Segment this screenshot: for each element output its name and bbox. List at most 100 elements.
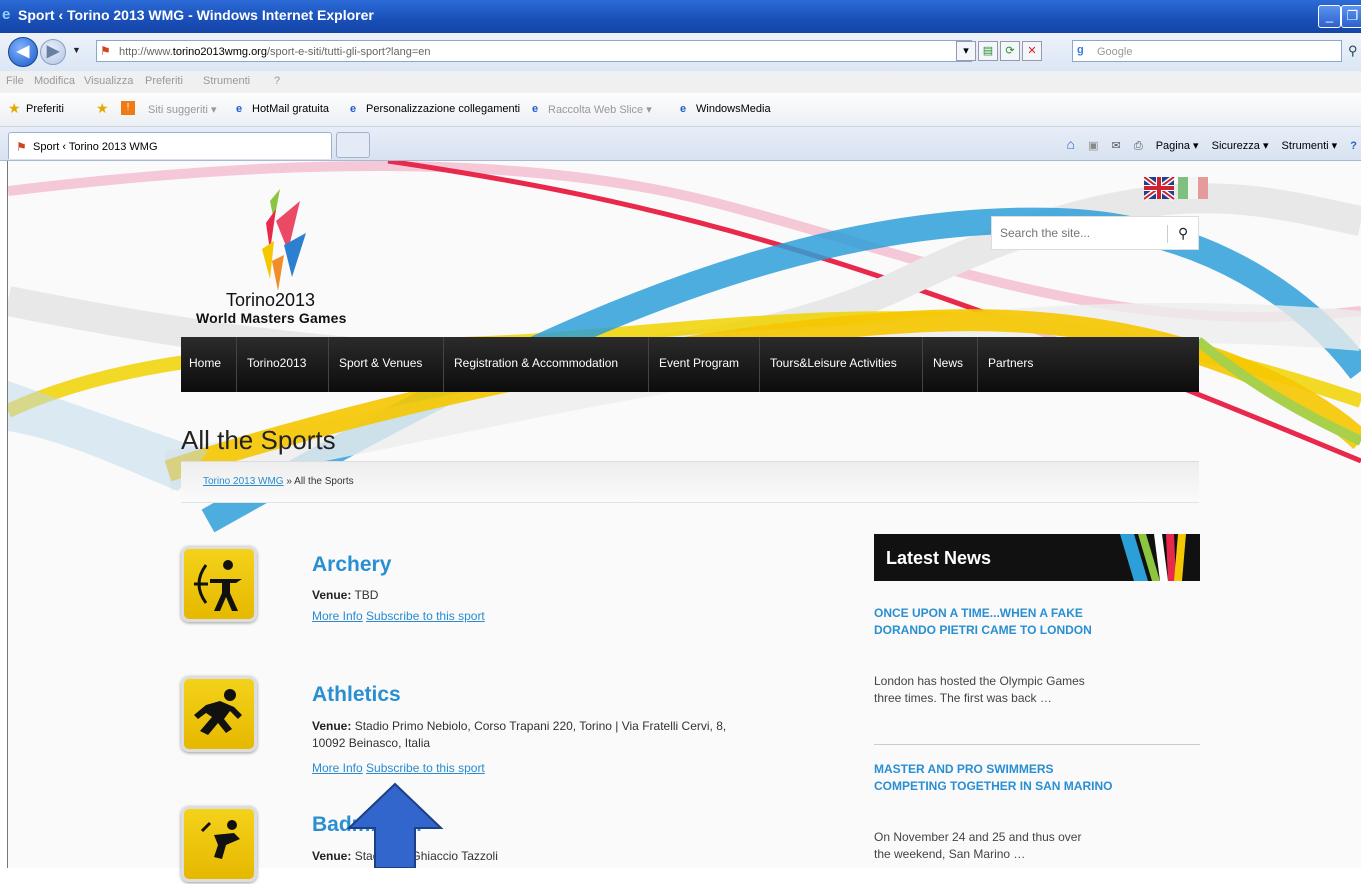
add-favorite-icon[interactable]: ★: [96, 100, 109, 117]
nav-separator: [922, 337, 923, 392]
news-item-excerpt: On November 24 and 25 and thus over the …: [874, 830, 1082, 861]
url-domain: torino2013wmg.org: [172, 46, 267, 58]
search-icon[interactable]: ⚲: [1178, 225, 1188, 242]
nav-event-program[interactable]: Event Program: [659, 356, 739, 370]
nav-registration[interactable]: Registration & Accommodation: [454, 356, 618, 370]
forward-button[interactable]: ▶: [40, 39, 66, 65]
menu-visualizza[interactable]: Visualizza: [84, 75, 133, 87]
venue-value: Stadio Primo Nebiolo, Corso Trapani 220,…: [351, 719, 727, 733]
more-info-link[interactable]: More Info: [312, 609, 363, 623]
url-prefix: http://www.: [119, 46, 173, 58]
nav-torino2013[interactable]: Torino2013: [247, 356, 306, 370]
ie-logo-icon: e: [2, 6, 11, 23]
sport-title-archery[interactable]: Archery: [312, 553, 391, 577]
fav-siti-suggeriti[interactable]: Siti suggeriti ▾: [148, 103, 217, 116]
sport-title-athletics[interactable]: Athletics: [312, 683, 401, 707]
site-favicon-icon: ⚑: [16, 140, 27, 154]
venue-label: Venue:: [312, 719, 352, 733]
menu-file[interactable]: File: [6, 75, 24, 87]
print-icon[interactable]: ⎙: [1134, 140, 1143, 152]
nav-separator: [648, 337, 649, 392]
venue-value-line2: 10092 Beinasco, Italia: [312, 736, 431, 750]
breadcrumb-home-link[interactable]: Torino 2013 WMG: [203, 476, 284, 487]
nav-tours-leisure[interactable]: Tours&Leisure Activities: [770, 356, 897, 370]
refresh-icon[interactable]: ⟳: [1000, 41, 1020, 61]
ie-page-icon: e: [532, 103, 539, 115]
recent-pages-dropdown-icon[interactable]: ▼: [72, 45, 81, 55]
home-icon[interactable]: ⌂: [1067, 136, 1075, 152]
rss-feeds-icon[interactable]: ▣: [1088, 140, 1098, 152]
badminton-icon[interactable]: [181, 806, 257, 882]
italian-flag-icon[interactable]: [1178, 177, 1208, 199]
fav-personalizzazione[interactable]: Personalizzazione collegamenti: [366, 103, 520, 115]
fav-windowsmedia[interactable]: WindowsMedia: [696, 103, 771, 115]
news-item-title[interactable]: ONCE UPON A TIME...WHEN A FAKE DORANDO P…: [874, 605, 1114, 639]
nav-home[interactable]: Home: [189, 356, 221, 370]
address-bar[interactable]: http://www.torino2013wmg.org/sport-e-sit…: [96, 40, 972, 62]
new-tab-button[interactable]: [336, 132, 370, 158]
favorites-bar: ★ Preferiti ★ ! Siti suggeriti ▾ e HotMa…: [0, 93, 1361, 127]
compatibility-view-icon[interactable]: ▤: [978, 41, 998, 61]
subscribe-link[interactable]: Subscribe to this sport: [366, 609, 485, 623]
fav-web-slice[interactable]: Raccolta Web Slice ▾: [548, 103, 652, 116]
sport-venue-archery: Venue: TBD: [312, 587, 832, 604]
more-info-link[interactable]: More Info: [312, 761, 363, 775]
suggested-sites-icon: !: [121, 101, 135, 115]
annotation-up-arrow-icon: [345, 782, 445, 873]
ie-page-icon: e: [680, 103, 687, 115]
back-button[interactable]: ◀: [8, 37, 38, 67]
ie-page-icon: e: [236, 103, 243, 115]
restore-button[interactable]: ❐: [1341, 5, 1361, 28]
latest-news-header: Latest News: [874, 534, 1200, 581]
search-provider-box[interactable]: Google: [1072, 40, 1342, 62]
nav-separator: [328, 337, 329, 392]
minimize-button[interactable]: _: [1318, 5, 1341, 28]
archery-icon[interactable]: [181, 546, 257, 622]
cmd-pagina[interactable]: Pagina ▾: [1156, 140, 1199, 152]
command-bar: ⌂ ▣ ✉ ⎙ Pagina ▾ Sicurezza ▾ Strumenti ▾…: [1057, 136, 1357, 153]
search-go-icon[interactable]: ⚲: [1348, 43, 1358, 59]
site-favicon-icon: ⚑: [100, 44, 111, 58]
venue-value: TBD: [351, 588, 379, 602]
athletics-icon[interactable]: [181, 676, 257, 752]
menu-preferiti[interactable]: Preferiti: [145, 75, 183, 87]
stop-icon[interactable]: ✕: [1022, 41, 1042, 61]
news-item-title[interactable]: MASTER AND PRO SWIMMERS COMPETING TOGETH…: [874, 761, 1114, 795]
subscribe-link[interactable]: Subscribe to this sport: [366, 761, 485, 775]
main-navigation: Home Torino2013 Sport & Venues Registrat…: [181, 337, 1199, 392]
help-icon[interactable]: ?: [1350, 140, 1357, 152]
menu-bar: File Modifica Visualizza Preferiti Strum…: [0, 71, 1361, 93]
sport-links-athletics: More Info Subscribe to this sport: [312, 761, 485, 775]
news-divider: [874, 744, 1200, 745]
favorites-button[interactable]: Preferiti: [26, 103, 64, 115]
menu-strumenti[interactable]: Strumenti: [203, 75, 250, 87]
decorative-ribbons: [8, 161, 1361, 533]
window-title: Sport ‹ Torino 2013 WMG - Windows Intern…: [18, 7, 374, 23]
menu-help[interactable]: ?: [274, 75, 280, 87]
cmd-sicurezza[interactable]: Sicurezza ▾: [1212, 140, 1269, 152]
language-flags: [1142, 174, 1208, 210]
address-row: ◀ ▶ ▼ http://www.torino2013wmg.org/sport…: [0, 33, 1361, 71]
logo-subtitle: World Masters Games: [196, 310, 347, 326]
fav-hotmail[interactable]: HotMail gratuita: [252, 103, 329, 115]
browser-tab-active[interactable]: ⚑ Sport ‹ Torino 2013 WMG: [8, 132, 332, 159]
site-search-box: ⚲: [991, 216, 1199, 250]
nav-separator: [759, 337, 760, 392]
english-flag-icon[interactable]: [1142, 174, 1176, 202]
google-icon: g: [1077, 44, 1084, 56]
menu-modifica[interactable]: Modifica: [34, 75, 75, 87]
web-page: [8, 161, 1361, 868]
breadcrumb-current: » All the Sports: [283, 476, 354, 487]
cmd-strumenti[interactable]: Strumenti ▾: [1282, 140, 1338, 152]
sport-venue-athletics: Venue: Stadio Primo Nebiolo, Corso Trapa…: [312, 718, 832, 752]
url-path: /sport-e-siti/tutti-gli-sport?lang=en: [266, 46, 431, 58]
nav-partners[interactable]: Partners: [988, 356, 1033, 370]
ie-page-icon: e: [350, 103, 357, 115]
address-dropdown-button[interactable]: ▾: [956, 41, 976, 61]
nav-separator: [443, 337, 444, 392]
read-mail-icon[interactable]: ✉: [1112, 140, 1121, 152]
site-search-input[interactable]: [998, 223, 1162, 243]
page-left-border: [0, 161, 8, 868]
nav-sport-venues[interactable]: Sport & Venues: [339, 356, 422, 370]
nav-news[interactable]: News: [933, 356, 963, 370]
